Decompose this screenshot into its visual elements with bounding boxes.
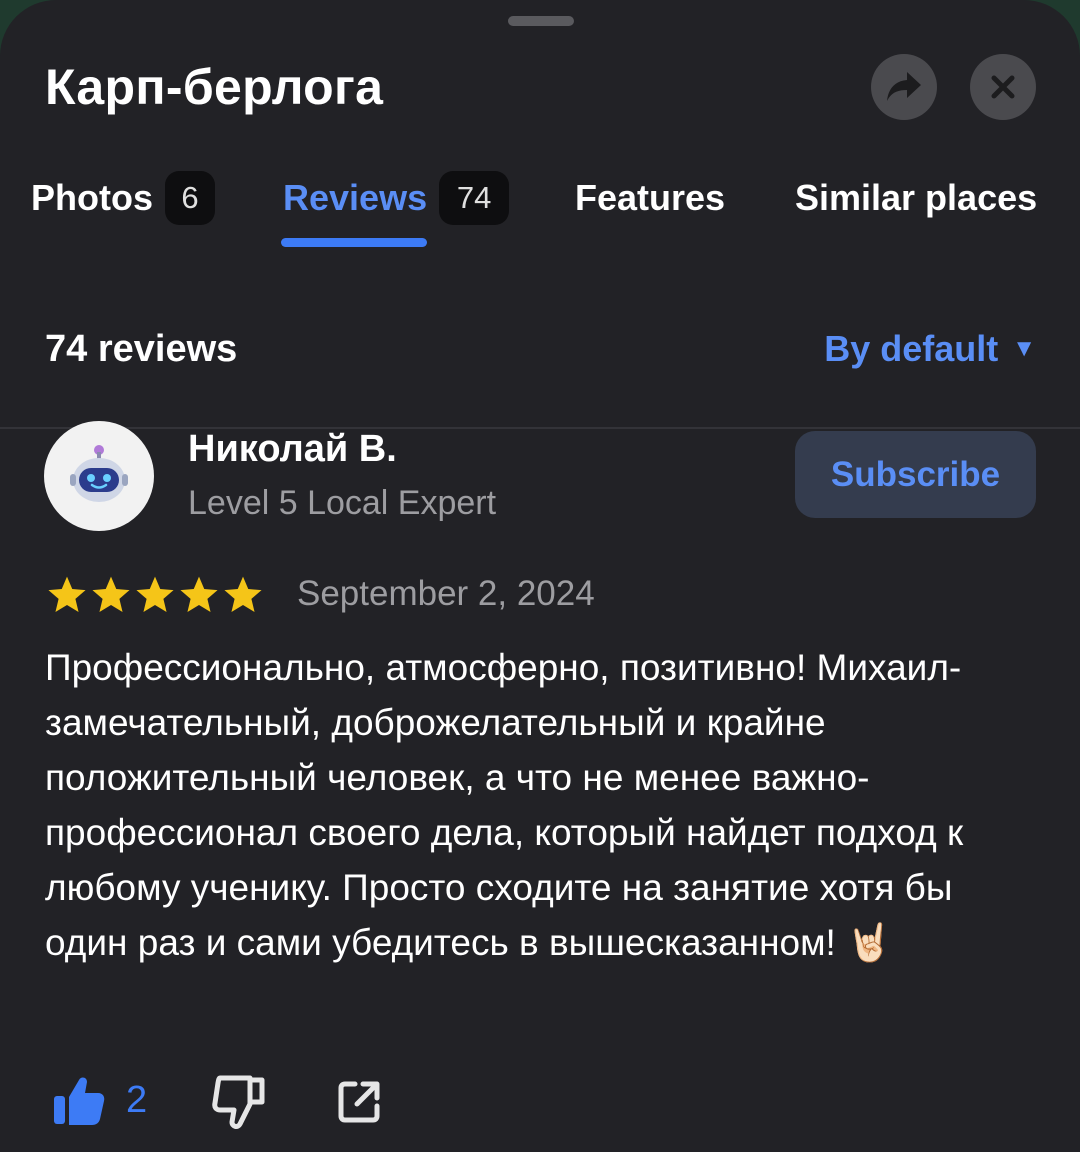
place-sheet: Карп-берлога Photos 6 Reviews 74 Feature… xyxy=(0,0,1080,1152)
tab-label: Reviews xyxy=(283,177,428,218)
photos-count-badge: 6 xyxy=(165,171,215,225)
like-button[interactable]: 2 xyxy=(50,1072,147,1128)
tab-label: Features xyxy=(575,177,726,218)
sort-label: By default xyxy=(824,328,999,369)
star-icon xyxy=(180,576,218,612)
star-icon xyxy=(92,576,130,612)
tab-similar-places[interactable]: Similar places xyxy=(795,170,1037,226)
sort-dropdown[interactable]: By default ▼ xyxy=(824,328,1036,370)
share-button[interactable] xyxy=(871,54,937,120)
like-count: 2 xyxy=(126,1078,148,1121)
close-icon xyxy=(991,75,1015,99)
dislike-button[interactable] xyxy=(210,1072,266,1137)
share-arrow-icon xyxy=(887,72,921,101)
review-text: Профессионально, атмосферно, позитивно! … xyxy=(45,647,964,963)
star-icon xyxy=(224,576,262,612)
triangle-down-icon: ▼ xyxy=(1012,335,1036,362)
place-title: Карп-берлога xyxy=(45,59,384,115)
subscribe-button[interactable]: Subscribe xyxy=(795,431,1036,518)
reviews-count-label: 74 reviews xyxy=(45,328,238,370)
active-tab-indicator xyxy=(281,238,427,247)
close-button[interactable] xyxy=(970,54,1036,120)
tab-label: Photos xyxy=(31,177,153,218)
star-icon xyxy=(48,576,86,612)
thumbs-up-icon xyxy=(54,1077,105,1125)
star-rating xyxy=(46,574,264,616)
review-author[interactable]: Николай В. xyxy=(188,428,397,471)
tab-features[interactable]: Features xyxy=(575,170,725,226)
tab-reviews[interactable]: Reviews 74 xyxy=(283,170,510,226)
reviews-count-badge: 74 xyxy=(439,171,510,225)
external-link-icon xyxy=(338,1081,380,1123)
tab-photos[interactable]: Photos 6 xyxy=(31,170,215,226)
author-level: Level 5 Local Expert xyxy=(188,484,497,522)
avatar[interactable] xyxy=(44,421,154,531)
star-icon xyxy=(136,576,174,612)
robot-avatar-icon xyxy=(70,445,128,502)
tab-label: Similar places xyxy=(795,177,1038,218)
share-review-button[interactable] xyxy=(335,1078,383,1131)
review-date: September 2, 2024 xyxy=(297,574,595,613)
thumbs-down-icon xyxy=(212,1075,265,1129)
drag-handle[interactable] xyxy=(508,16,574,26)
divider xyxy=(0,427,1080,429)
